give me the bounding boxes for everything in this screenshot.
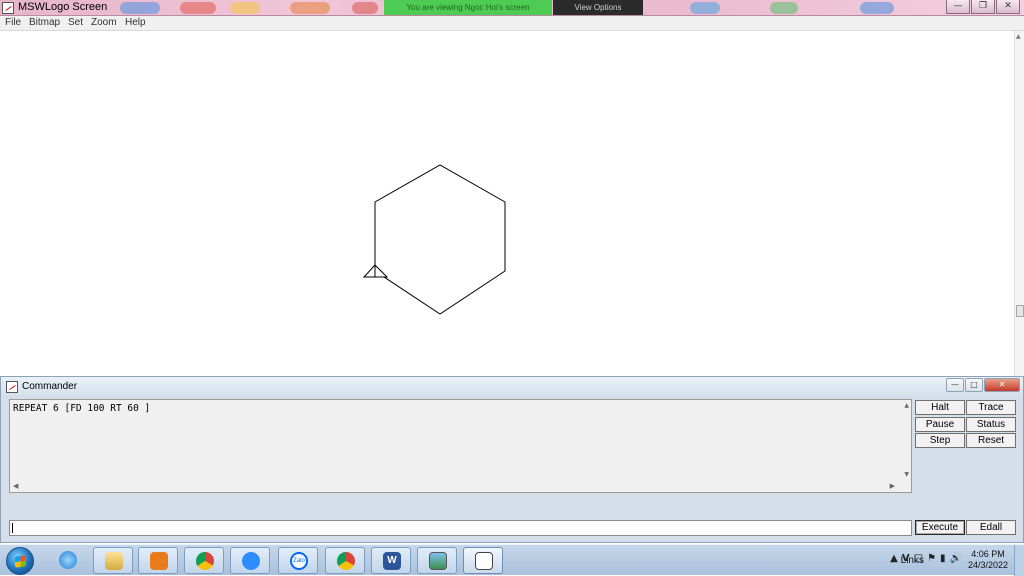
background-blob: [770, 2, 798, 14]
system-clock[interactable]: 4:06 PM 24/3/2022: [968, 549, 1008, 571]
taskbar-photo-viewer[interactable]: [417, 547, 457, 574]
menu-help[interactable]: Help: [125, 17, 146, 28]
scroll-left-arrow-icon[interactable]: ◀: [13, 482, 18, 490]
mswlogo-app-icon: [6, 381, 18, 393]
chrome-icon: [196, 552, 214, 570]
history-text[interactable]: REPEAT 6 [FD 100 RT 60 ]: [13, 403, 150, 414]
background-blob: [230, 2, 260, 14]
taskbar-word[interactable]: W: [371, 547, 411, 574]
window-controls: — ❐ ✕: [946, 0, 1020, 14]
status-button[interactable]: Status: [966, 417, 1016, 432]
internet-explorer-icon: [59, 551, 77, 569]
command-input[interactable]: [9, 520, 912, 536]
restore-button[interactable]: ❐: [971, 0, 995, 14]
halt-button[interactable]: Halt: [915, 400, 965, 415]
reset-button[interactable]: Reset: [966, 433, 1016, 448]
taskbar-mswlogo[interactable]: [463, 547, 503, 574]
background-blob: [690, 2, 720, 14]
text-caret: [12, 523, 13, 533]
media-player-icon: [150, 552, 168, 570]
network-signal-icon[interactable]: ▮: [940, 553, 946, 564]
menu-bitmap[interactable]: Bitmap: [29, 17, 60, 28]
zoom-share-banner: You are viewing Ngoc Hoi's screen: [384, 0, 552, 15]
file-explorer-icon: [105, 552, 123, 570]
taskbar-zalo[interactable]: Zalo: [278, 547, 318, 574]
pause-button[interactable]: Pause: [915, 417, 965, 432]
device-tray-icon[interactable]: □: [914, 553, 923, 564]
menu-bar: File Bitmap Set Zoom Help: [0, 16, 1024, 31]
zalo-icon: Zalo: [290, 552, 308, 570]
system-tray: ▲ V □ ⚑ ▮ 🔊: [890, 553, 962, 564]
canvas-vertical-scrollbar[interactable]: ▲: [1014, 31, 1024, 376]
taskbar-zoom[interactable]: [230, 547, 270, 574]
menu-zoom[interactable]: Zoom: [91, 17, 117, 28]
commander-window: Commander — □ ✕ REPEAT 6 [FD 100 RT 60 ]…: [0, 376, 1024, 543]
close-button[interactable]: ✕: [996, 0, 1020, 14]
taskbar-chrome-profile[interactable]: [325, 547, 365, 574]
hexagon-drawing: [374, 164, 506, 315]
menu-file[interactable]: File: [5, 17, 21, 28]
clock-time: 4:06 PM: [971, 549, 1005, 559]
commander-title: Commander: [22, 381, 78, 392]
taskbar: Zalo W Links ▲ V □ ⚑ ▮ 🔊 4:06 PM 24/3/20…: [0, 544, 1024, 576]
main-title-bar[interactable]: MSWLogo Screen You are viewing Ngoc Hoi'…: [0, 0, 1024, 16]
scroll-up-arrow-icon[interactable]: ▲: [904, 402, 909, 409]
mswlogo-icon: [475, 552, 493, 570]
start-button[interactable]: [6, 547, 34, 575]
minimize-button[interactable]: —: [946, 0, 970, 14]
background-blob: [860, 2, 894, 14]
clock-date: 24/3/2022: [967, 560, 1008, 570]
show-hidden-icons-arrow-icon[interactable]: ▲: [890, 553, 898, 564]
taskbar-file-explorer[interactable]: [93, 547, 133, 574]
window-title: MSWLogo Screen: [18, 1, 108, 13]
step-button[interactable]: Step: [915, 433, 965, 448]
commander-close-button[interactable]: ✕: [984, 378, 1020, 392]
scrollbar-thumb[interactable]: [1016, 305, 1024, 317]
background-blob: [120, 2, 160, 14]
edall-button[interactable]: Edall: [966, 520, 1016, 535]
v-app-tray-icon[interactable]: V: [902, 553, 910, 564]
commander-title-bar[interactable]: Commander — □ ✕: [1, 377, 1023, 397]
turtle-graphics-svg: [362, 164, 506, 315]
zoom-icon: [242, 552, 260, 570]
scroll-down-arrow-icon[interactable]: ▼: [904, 471, 909, 478]
commander-window-controls: — □ ✕: [946, 378, 1020, 392]
command-history[interactable]: REPEAT 6 [FD 100 RT 60 ] ▲ ▼ ◀ ▶: [9, 399, 912, 493]
taskbar-internet-explorer[interactable]: [48, 547, 88, 574]
scroll-right-arrow-icon[interactable]: ▶: [890, 482, 895, 490]
commander-minimize-button[interactable]: —: [946, 378, 964, 392]
execute-button[interactable]: Execute: [915, 520, 965, 535]
mswlogo-app-icon: [2, 2, 14, 14]
action-center-flag-icon[interactable]: ⚑: [927, 553, 936, 564]
commander-maximize-button[interactable]: □: [965, 378, 983, 392]
background-blob: [290, 2, 330, 14]
trace-button[interactable]: Trace: [966, 400, 1016, 415]
scroll-up-arrow-icon[interactable]: ▲: [1016, 33, 1021, 40]
background-blob: [352, 2, 378, 14]
drawing-canvas[interactable]: [0, 31, 1014, 376]
photo-viewer-icon: [429, 552, 447, 570]
zoom-view-options-button[interactable]: View Options: [553, 0, 643, 15]
background-blob: [180, 2, 216, 14]
taskbar-chrome[interactable]: [184, 547, 224, 574]
volume-icon[interactable]: 🔊: [950, 553, 962, 564]
taskbar-media-player[interactable]: [138, 547, 178, 574]
chrome-profile-icon: [337, 552, 355, 570]
menu-set[interactable]: Set: [68, 17, 83, 28]
word-icon: W: [383, 552, 401, 570]
show-desktop-button[interactable]: [1014, 545, 1024, 576]
windows-logo-icon: [15, 555, 26, 568]
